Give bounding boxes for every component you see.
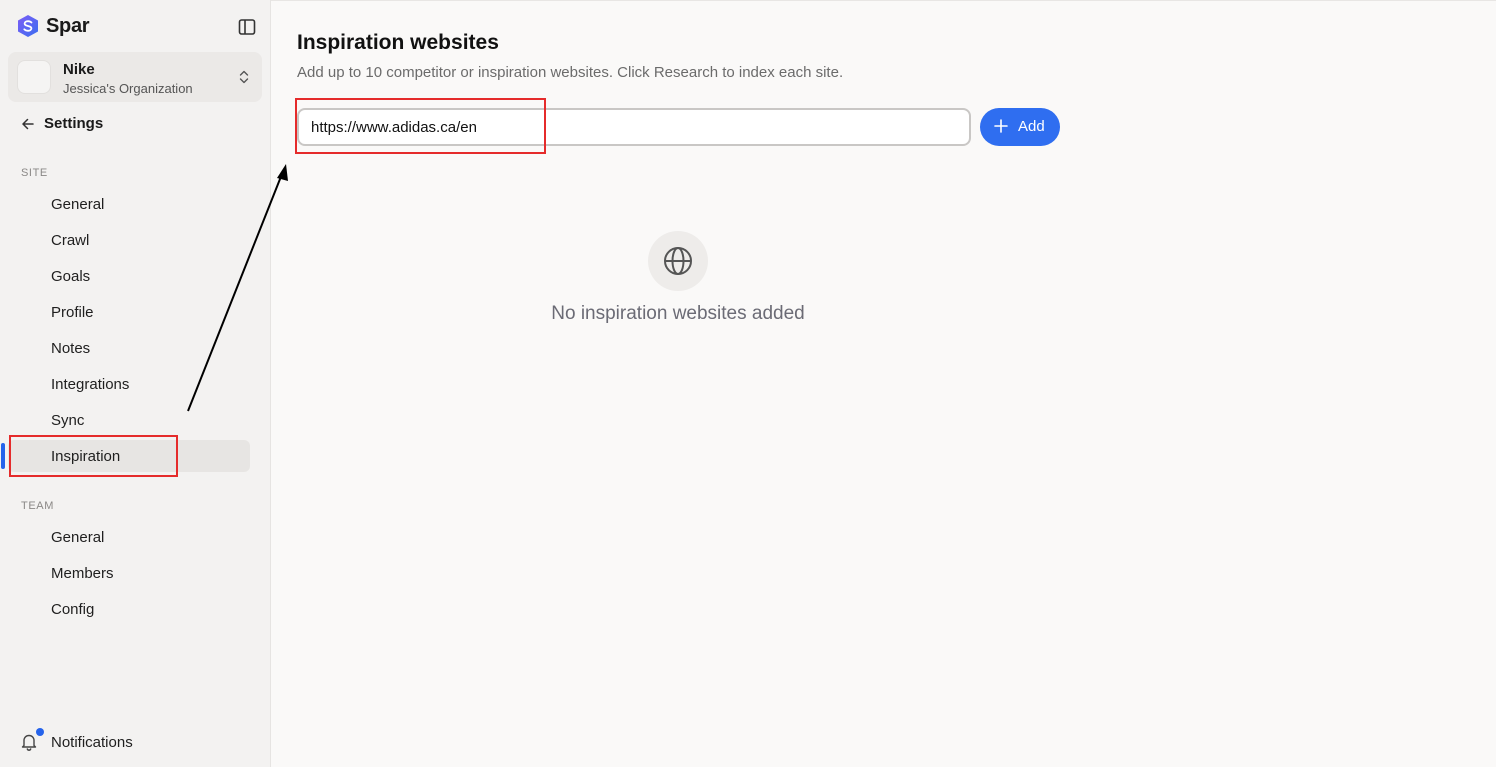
nav-item-notes[interactable]: Notes bbox=[8, 332, 250, 364]
app-window: Spar Nike Jessica's Organization Setting… bbox=[0, 0, 1496, 767]
org-subtitle: Jessica's Organization bbox=[63, 81, 193, 96]
section-label-team: TEAM bbox=[21, 500, 54, 512]
settings-title: Settings bbox=[44, 115, 104, 132]
nav-item-inspiration[interactable]: Inspiration bbox=[8, 440, 250, 472]
nav-item-integrations[interactable]: Integrations bbox=[8, 368, 250, 400]
nav-label: Profile bbox=[51, 304, 94, 321]
nav-label: Crawl bbox=[51, 232, 90, 249]
nav-item-sync[interactable]: Sync bbox=[8, 404, 250, 436]
nav-label: Notes bbox=[51, 340, 91, 357]
brand-name: Spar bbox=[46, 14, 90, 37]
org-name: Nike bbox=[63, 61, 95, 78]
main-content: Inspiration websites Add up to 10 compet… bbox=[271, 0, 1496, 767]
nav-label: Integrations bbox=[51, 376, 130, 393]
empty-state-text: No inspiration websites added bbox=[551, 303, 805, 324]
nav-item-profile[interactable]: Profile bbox=[8, 296, 250, 328]
nav-item-goals[interactable]: Goals bbox=[8, 260, 250, 292]
nav-label: Inspiration bbox=[51, 448, 121, 465]
bell-icon bbox=[21, 734, 37, 751]
add-button-label: Add bbox=[1018, 118, 1045, 135]
sidebar-toggle-icon[interactable] bbox=[237, 17, 257, 37]
arrow-left-icon bbox=[22, 118, 34, 130]
org-avatar bbox=[17, 60, 51, 94]
nav-item-config[interactable]: Config bbox=[8, 593, 250, 625]
notification-badge bbox=[36, 728, 44, 736]
nav-label: Members bbox=[51, 565, 114, 582]
page-description: Add up to 10 competitor or inspiration w… bbox=[297, 64, 844, 81]
nav-label: General bbox=[51, 529, 105, 546]
inspiration-url-input[interactable] bbox=[297, 108, 971, 146]
empty-state-icon bbox=[648, 231, 708, 291]
brand[interactable]: Spar bbox=[16, 14, 90, 38]
nav-item-team-general[interactable]: General bbox=[8, 521, 250, 553]
nav-item-site-general[interactable]: General bbox=[8, 188, 250, 220]
org-switcher[interactable]: Nike Jessica's Organization bbox=[8, 52, 262, 102]
sidebar: Spar Nike Jessica's Organization Setting… bbox=[0, 0, 271, 767]
plus-icon bbox=[994, 119, 1008, 133]
notifications-label: Notifications bbox=[51, 734, 133, 751]
nav-label: Goals bbox=[51, 268, 91, 285]
settings-back-link[interactable]: Settings bbox=[20, 114, 103, 134]
globe-icon bbox=[664, 247, 692, 275]
add-button[interactable]: Add bbox=[980, 108, 1060, 146]
section-label-site: SITE bbox=[21, 167, 48, 179]
active-indicator bbox=[1, 443, 5, 469]
nav-item-members[interactable]: Members bbox=[8, 557, 250, 589]
nav-label: Sync bbox=[51, 412, 85, 429]
spar-logo-icon bbox=[18, 15, 38, 37]
chevron-up-down-icon bbox=[239, 70, 249, 84]
nav-label: General bbox=[51, 196, 105, 213]
nav-label: Config bbox=[51, 601, 95, 618]
page-title: Inspiration websites bbox=[297, 31, 499, 54]
nav-item-crawl[interactable]: Crawl bbox=[8, 224, 250, 256]
